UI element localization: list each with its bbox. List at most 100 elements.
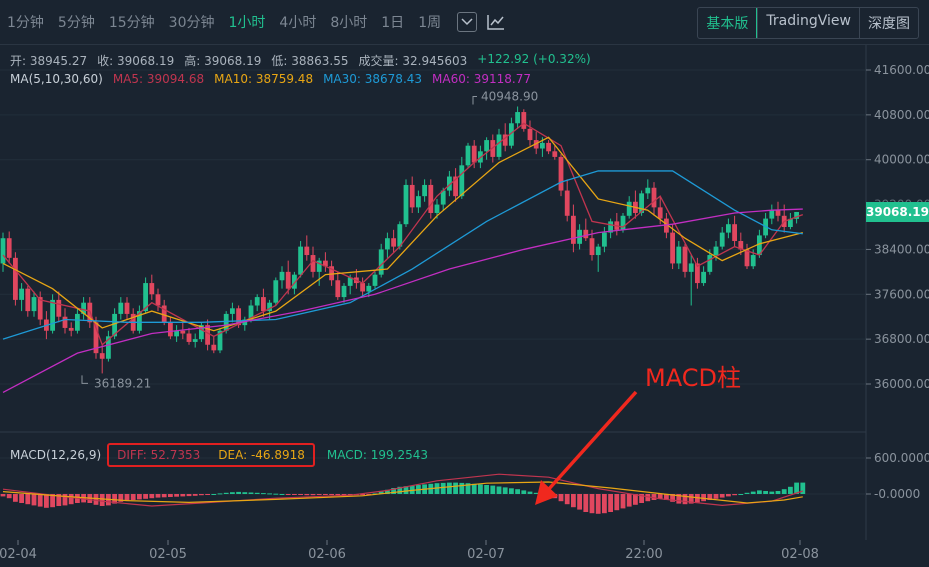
candle-body (527, 128, 533, 141)
dea-value: DEA: -46.8918 (218, 448, 305, 462)
candle-body (422, 184, 427, 197)
high-value: 高: 39068.19 (184, 54, 262, 68)
view-switcher: 基本版 TradingView 深度图 (697, 7, 919, 39)
time-tick-label: 22:00 (625, 547, 662, 562)
macd-bar (13, 494, 18, 502)
candle-body (118, 302, 124, 314)
macd-bar (93, 494, 99, 505)
macd-bar (471, 483, 477, 494)
ma30-value: MA30: 38678.43 (323, 72, 423, 86)
macd-bar (335, 494, 341, 495)
macd-bar (25, 494, 31, 505)
annotation-label: MACD柱 (645, 364, 741, 392)
macd-bar (174, 494, 179, 497)
candle-body (304, 246, 310, 256)
price-tick-label: 36800.00 (874, 332, 929, 346)
candle-body (25, 288, 31, 312)
macd-bar (490, 485, 496, 494)
view-tab-2[interactable]: 深度图 (859, 8, 918, 38)
candle-body (676, 246, 682, 264)
view-tab-1[interactable]: TradingView (757, 8, 859, 38)
interval-tab-5[interactable]: 4小时 (272, 12, 323, 32)
chart-type-icon[interactable] (486, 12, 506, 32)
candle-body (651, 187, 657, 208)
macd-bar (496, 486, 502, 494)
interval-dropdown-icon[interactable] (457, 12, 478, 32)
macd-bar (292, 494, 297, 495)
diff-dea-highlight-box: DIFF: 52.7353 DEA: -46.8918 (107, 443, 315, 467)
candle-body (261, 297, 266, 312)
macd-bar (316, 494, 322, 495)
macd-bar (614, 494, 620, 511)
candle-body (168, 322, 173, 337)
candle-body (56, 299, 62, 317)
candle-body (31, 297, 37, 312)
candle-body (657, 207, 663, 219)
candle-body (403, 184, 409, 225)
interval-tab-7[interactable]: 1日 (374, 12, 411, 32)
macd-bar (205, 494, 210, 495)
candle-body (595, 246, 601, 256)
macd-bar (323, 494, 328, 495)
macd-bar (521, 490, 527, 494)
interval-tab-6[interactable]: 8小时 (323, 12, 374, 32)
interval-tab-4[interactable]: 1小时 (222, 12, 273, 32)
volume-value: 成交量: 32.945603 (358, 54, 468, 68)
interval-tab-8[interactable]: 1周 (411, 12, 448, 32)
candle-body (583, 229, 589, 239)
candle-body (546, 142, 551, 152)
macd-bar (149, 494, 155, 499)
candle-body (602, 232, 607, 247)
candle-body (230, 308, 235, 314)
candlesticks (0, 106, 799, 374)
candle-body (713, 246, 719, 256)
macd-bar (279, 494, 285, 495)
interval-tab-3[interactable]: 30分钟 (162, 12, 222, 32)
view-tab-0[interactable]: 基本版 (698, 8, 758, 38)
macd-bar (800, 482, 806, 494)
change-value: +122.92 (+0.32%) (477, 52, 591, 66)
price-tick-label: 38400.00 (874, 242, 929, 256)
macd-bar (298, 494, 303, 495)
candle-body (521, 112, 527, 129)
candle-body (341, 285, 347, 298)
candle-body (335, 280, 341, 298)
macd-tick-label: -0.0000 (874, 487, 920, 501)
macd-bar (19, 494, 24, 503)
candle-body (180, 330, 186, 334)
candle-body (769, 210, 775, 219)
macd-bar (99, 494, 105, 506)
price-axis-labels: 41600.00 40800.00 40000.00 38400.00 37600.00… (866, 63, 929, 391)
low-value: 低: 38863.55 (271, 54, 349, 68)
candle-body (471, 145, 477, 163)
interval-tab-2[interactable]: 15分钟 (102, 12, 162, 32)
macd-bar (781, 489, 787, 494)
candle-body (223, 313, 229, 331)
macd-bar (571, 494, 576, 508)
macd-bar (161, 494, 167, 498)
candle-body (434, 204, 440, 213)
macd-bar (515, 489, 520, 494)
macd-bar (199, 494, 204, 496)
macd-bar (37, 494, 43, 507)
candle-body (496, 134, 502, 157)
macd-bar (726, 494, 731, 497)
price-tick-label: 40800.00 (874, 108, 929, 122)
macd-bar (6, 494, 12, 499)
candle-body (360, 283, 365, 292)
interval-tab-1[interactable]: 5分钟 (51, 12, 102, 32)
candle-body (385, 238, 390, 250)
candle-body (99, 353, 105, 359)
interval-tab-0[interactable]: 1分钟 (0, 12, 51, 32)
time-tick-label: 02-08 (781, 547, 819, 562)
candle-body (211, 344, 217, 351)
candle-body (620, 215, 626, 230)
candle-body (465, 145, 471, 166)
candle-body (645, 187, 651, 194)
macd-bar (459, 482, 465, 494)
candle-body (732, 224, 737, 242)
candle-body (589, 238, 595, 256)
macd-bar (502, 487, 508, 494)
price-tick-label: 36000.00 (874, 377, 929, 391)
macd-bar (738, 494, 744, 495)
